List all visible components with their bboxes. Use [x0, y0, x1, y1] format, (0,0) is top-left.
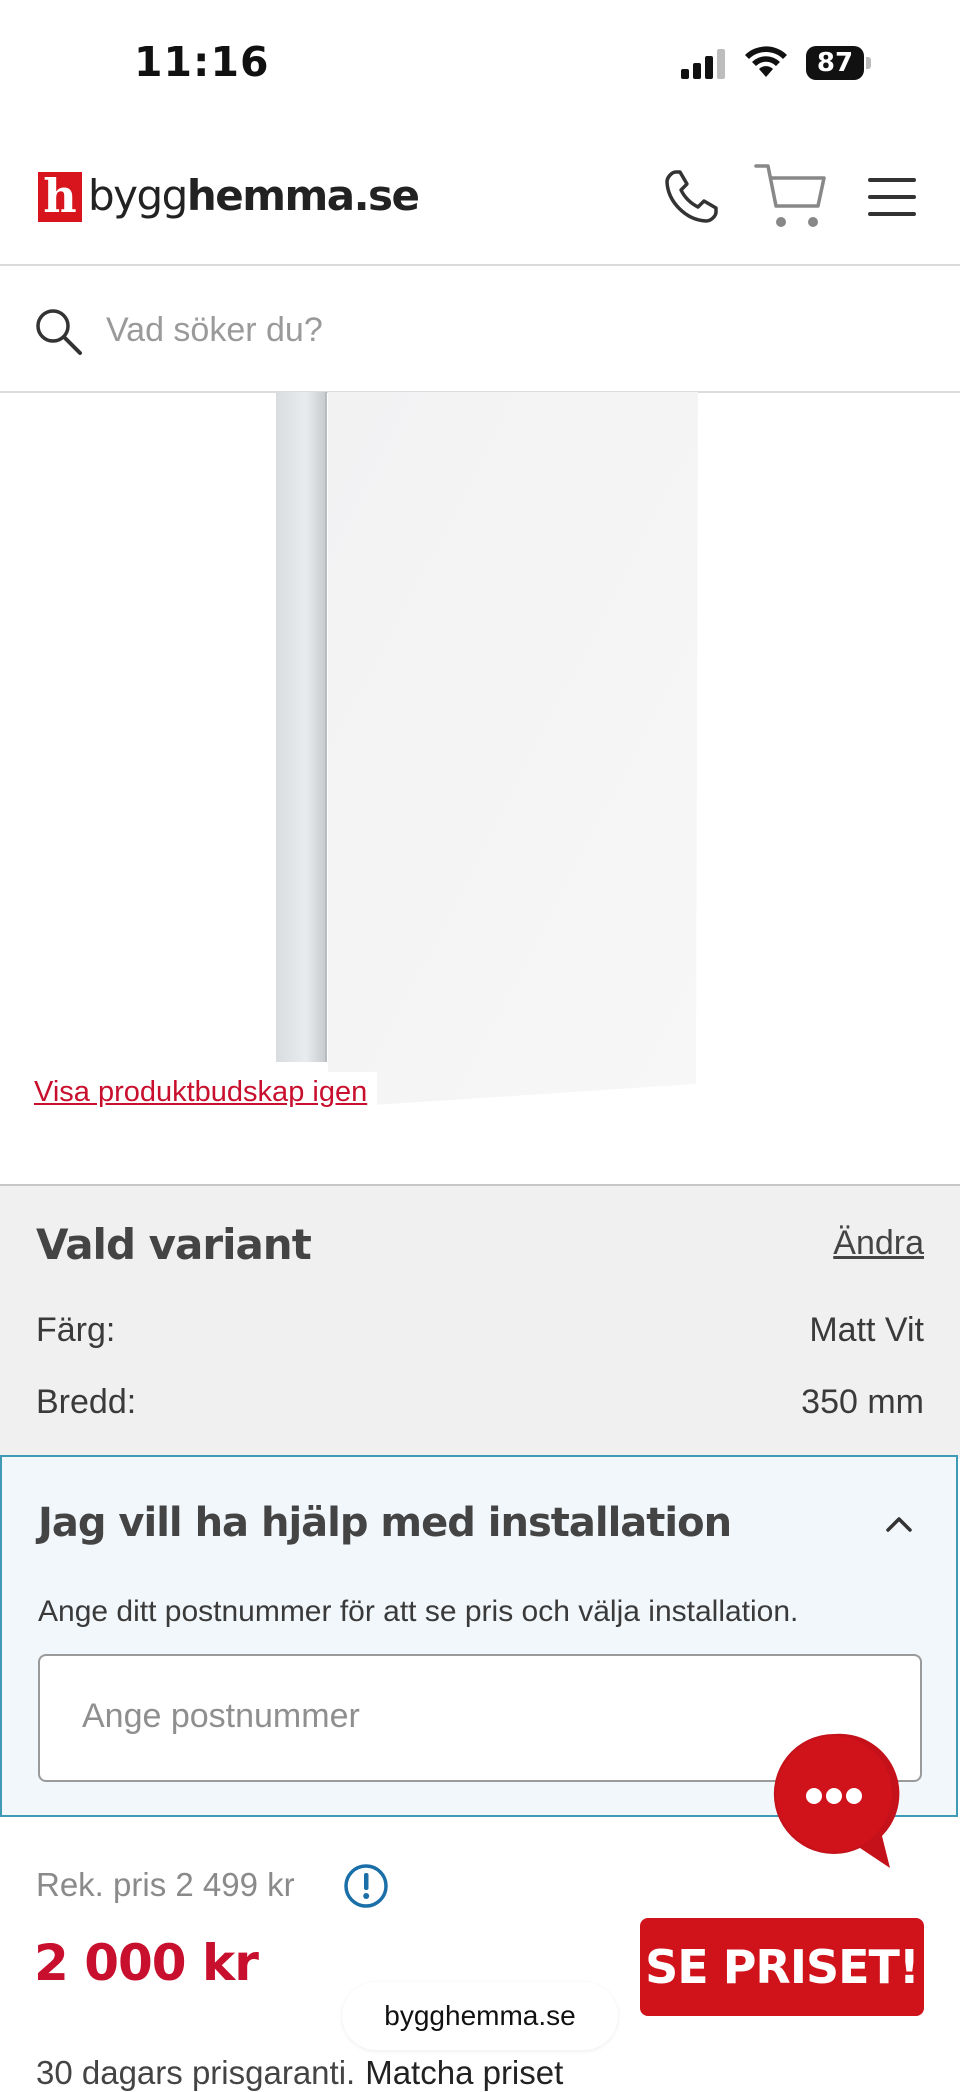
wifi-icon — [745, 46, 787, 77]
spec-value-color: Matt Vit — [809, 1311, 924, 1349]
search-input[interactable] — [106, 300, 926, 360]
product-image[interactable] — [274, 392, 704, 1112]
change-variant-link[interactable]: Ändra — [833, 1224, 924, 1263]
chevron-up-icon[interactable] — [884, 1514, 914, 1534]
show-product-message-link[interactable]: Visa produktbudskap igen — [34, 1072, 378, 1119]
battery-level: 87 — [816, 48, 854, 78]
cart-icon[interactable] — [754, 160, 828, 232]
match-price-link[interactable]: Matcha priset — [365, 2054, 563, 2091]
search-icon — [36, 309, 82, 355]
logo-letter: h — [43, 169, 77, 223]
battery-icon: 87 — [806, 46, 871, 82]
postcode-input[interactable] — [82, 1684, 762, 1748]
browser-url[interactable]: bygghemma.se — [342, 1982, 618, 2050]
logo-text-bold: hemma.se — [186, 171, 420, 220]
phone-icon[interactable] — [662, 168, 720, 226]
info-icon[interactable] — [342, 1862, 390, 1910]
installation-description: Ange ditt postnummer för att se pris och… — [38, 1595, 799, 1628]
logo-text-regular: bygg — [88, 171, 188, 220]
menu-icon[interactable] — [868, 176, 918, 218]
status-time: 11:16 — [134, 38, 270, 86]
spec-value-width: 350 mm — [801, 1383, 924, 1421]
spec-label-width: Bredd: — [36, 1383, 137, 1421]
signal-icon — [681, 49, 725, 79]
price-guarantee: 30 dagars prisgaranti. Matcha priset — [36, 2054, 563, 2092]
price-guarantee-text: 30 dagars prisgaranti. — [36, 2054, 356, 2091]
see-price-button[interactable]: SE PRISET! — [640, 1918, 924, 2016]
logo-wordmark[interactable]: bygghemma.se — [88, 170, 420, 222]
chat-icon[interactable] — [772, 1732, 902, 1872]
installation-title[interactable]: Jag vill ha hjälp med installation — [38, 1500, 732, 1546]
variant-title: Vald variant — [36, 1220, 312, 1269]
spec-label-color: Färg: — [36, 1311, 116, 1349]
header-divider — [0, 264, 960, 266]
recommended-price: Rek. pris 2 499 kr — [36, 1866, 295, 1903]
product-price: 2 000 kr — [34, 1934, 259, 1992]
